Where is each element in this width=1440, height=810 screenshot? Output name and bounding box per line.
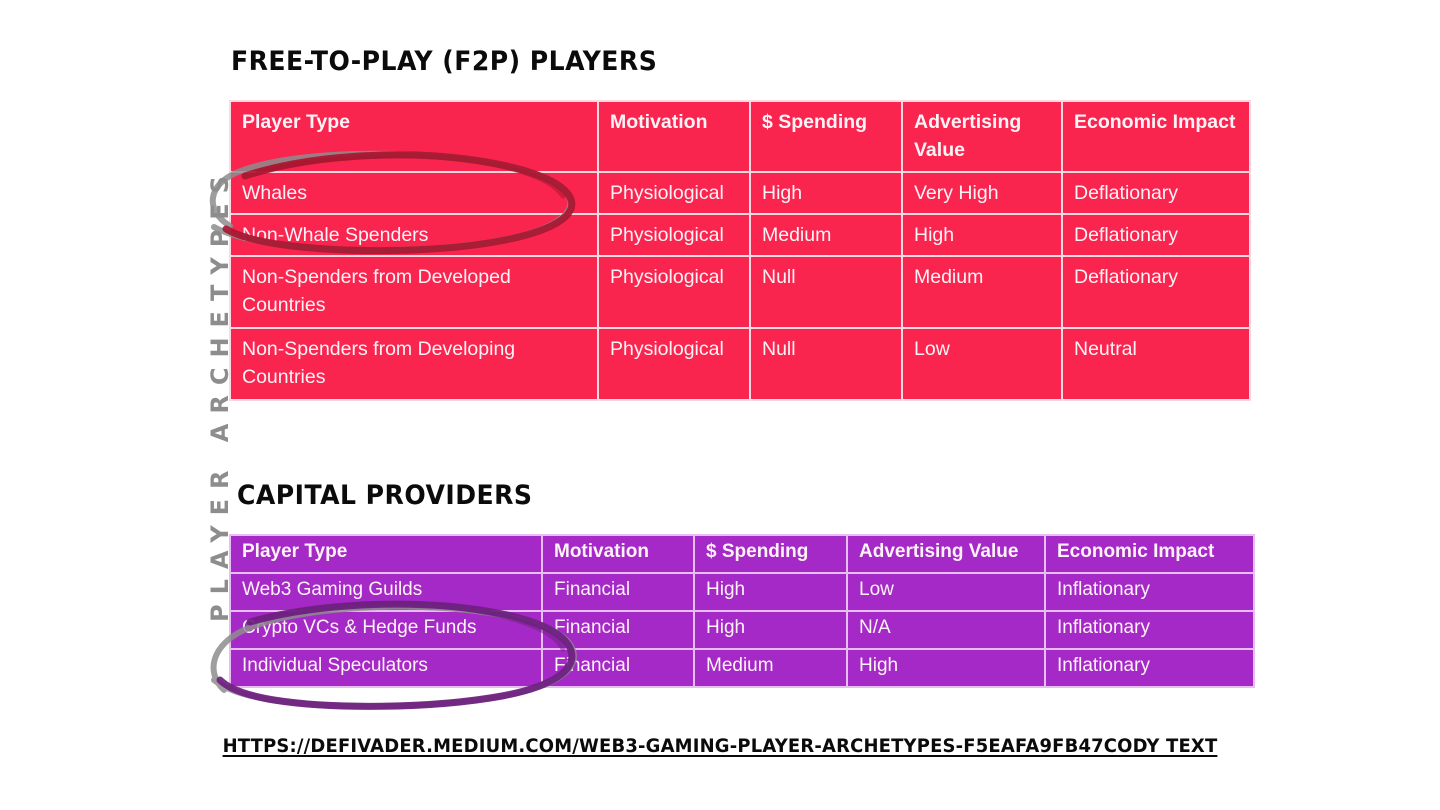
cell-motivation: Financial (543, 612, 693, 648)
section-title-f2p: FREE-TO-PLAY (F2P) PLAYERS (231, 46, 658, 77)
cell-motivation: Physiological (599, 214, 749, 256)
cell-economic-impact: Deflationary (1063, 214, 1249, 256)
cell-spending: High (751, 172, 901, 213)
table-row: Non-Spenders from Developing Countries P… (231, 329, 1249, 400)
cell-motivation: Physiological (599, 329, 749, 400)
source-url-link[interactable]: HTTPS://DEFIVADER.MEDIUM.COM/WEB3-GAMING… (22, 736, 1419, 757)
cell-player-type: Web3 Gaming Guilds (231, 574, 541, 610)
cell-economic-impact: Inflationary (1046, 574, 1253, 610)
table-f2p-players: Player Type Motivation $ Spending Advert… (229, 100, 1251, 402)
cell-spending: Null (751, 329, 901, 400)
column-header-spending: $ Spending (695, 536, 846, 572)
column-header-player-type: Player Type (231, 102, 597, 171)
column-header-player-type: Player Type (231, 536, 541, 572)
cell-spending: High (695, 574, 846, 610)
cell-spending: High (695, 612, 846, 648)
cell-economic-impact: Neutral (1063, 329, 1249, 400)
cell-advertising-value: N/A (848, 612, 1044, 648)
cell-economic-impact: Deflationary (1063, 172, 1249, 213)
column-header-economic-impact: Economic Impact (1046, 536, 1253, 572)
table-header-row: Player Type Motivation $ Spending Advert… (231, 536, 1253, 572)
cell-economic-impact: Inflationary (1046, 650, 1253, 686)
cell-player-type: Individual Speculators (231, 650, 541, 686)
cell-motivation: Financial (543, 650, 693, 686)
table-row: Whales Physiological High Very High Defl… (231, 172, 1249, 213)
column-header-economic-impact: Economic Impact (1063, 102, 1249, 171)
table-header-row: Player Type Motivation $ Spending Advert… (231, 102, 1249, 171)
column-header-motivation: Motivation (543, 536, 693, 572)
column-header-motivation: Motivation (599, 102, 749, 171)
section-title-capital-providers: CAPITAL PROVIDERS (237, 480, 533, 511)
cell-spending: Null (751, 257, 901, 328)
cell-advertising-value: Low (848, 574, 1044, 610)
table-row: Non-Whale Spenders Physiological Medium … (231, 214, 1249, 256)
cell-advertising-value: Very High (903, 172, 1061, 213)
cell-advertising-value: Low (903, 329, 1061, 400)
column-header-advertising-value: Advertising Value (848, 536, 1044, 572)
cell-economic-impact: Inflationary (1046, 612, 1253, 648)
cell-player-type: Non-Whale Spenders (231, 214, 597, 256)
table-row: Web3 Gaming Guilds Financial High Low In… (231, 574, 1253, 610)
column-header-spending: $ Spending (751, 102, 901, 171)
cell-advertising-value: High (903, 214, 1061, 256)
cell-motivation: Physiological (599, 257, 749, 328)
cell-player-type: Crypto VCs & Hedge Funds (231, 612, 541, 648)
cell-player-type: Non-Spenders from Developed Countries (231, 257, 597, 328)
cell-advertising-value: High (848, 650, 1044, 686)
cell-economic-impact: Deflationary (1063, 257, 1249, 328)
table-capital-providers: Player Type Motivation $ Spending Advert… (229, 534, 1255, 688)
table-row: Crypto VCs & Hedge Funds Financial High … (231, 612, 1253, 648)
cell-spending: Medium (751, 214, 901, 256)
slide-canvas: PLAYER ARCHETYPES FREE-TO-PLAY (F2P) PLA… (0, 0, 1440, 810)
cell-advertising-value: Medium (903, 257, 1061, 328)
table-row: Individual Speculators Financial Medium … (231, 650, 1253, 686)
cell-player-type: Whales (231, 172, 597, 213)
cell-spending: Medium (695, 650, 846, 686)
cell-motivation: Financial (543, 574, 693, 610)
cell-player-type: Non-Spenders from Developing Countries (231, 329, 597, 400)
column-header-advertising-value: Advertising Value (903, 102, 1061, 171)
cell-motivation: Physiological (599, 172, 749, 213)
table-row: Non-Spenders from Developed Countries Ph… (231, 257, 1249, 328)
